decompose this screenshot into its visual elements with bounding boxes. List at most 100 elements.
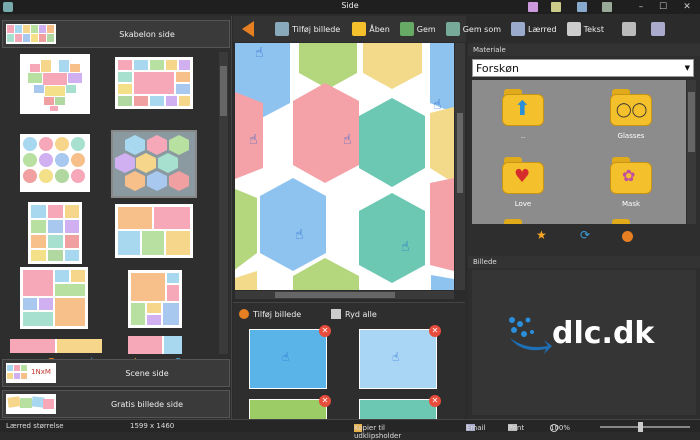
mask-icon: ✿ xyxy=(622,166,636,185)
template-section-thumb-graphic xyxy=(7,25,54,42)
material-folder-partial[interactable] xyxy=(608,216,654,224)
template-grid-squares[interactable] xyxy=(28,202,82,264)
template-frame-graphic xyxy=(118,60,190,106)
material-folder-glasses[interactable]: ◯◯ xyxy=(608,86,654,128)
template-strip-1-graphic xyxy=(10,339,102,353)
user-icon[interactable] xyxy=(577,2,587,12)
text-icon xyxy=(566,22,581,36)
panel-add-image-label: Tilføj billede xyxy=(253,309,302,319)
material-scrollbar[interactable] xyxy=(687,80,696,224)
material-scrollbar-thumb[interactable] xyxy=(688,92,695,152)
page-canvas[interactable]: ☝ ☝ ☝ ☝ ☝ ☝ xyxy=(235,43,454,290)
add-material-icon[interactable] xyxy=(622,231,633,242)
remove-image-icon[interactable]: ✕ xyxy=(429,325,441,337)
settings-icon[interactable] xyxy=(551,2,561,12)
back-arrow-icon[interactable] xyxy=(242,21,254,37)
canvas-icon xyxy=(511,22,526,36)
share-icon[interactable] xyxy=(602,2,612,12)
clear-all-button[interactable]: Ryd alle xyxy=(331,307,377,321)
template-heart[interactable] xyxy=(20,54,90,114)
canvas-vertical-scrollbar-thumb[interactable] xyxy=(457,113,463,193)
refresh-icon[interactable]: ⟳ xyxy=(580,228,590,242)
template-mosaic[interactable] xyxy=(20,267,88,329)
zoom-slider[interactable] xyxy=(600,422,690,432)
template-section-label: Skabelon side xyxy=(119,30,175,39)
image-preview-area: dlc.dk xyxy=(472,270,696,415)
scene-section-thumb: 1NxM xyxy=(6,363,56,383)
canvas-label: Lærred xyxy=(528,24,557,34)
scene-section-header[interactable]: 1NxM Scene side xyxy=(2,359,230,387)
image-thumb[interactable]: ✕ xyxy=(249,395,331,419)
remove-image-icon[interactable]: ✕ xyxy=(429,395,441,407)
material-category-select[interactable]: Forskøn ▼ xyxy=(472,59,694,77)
zoom-slider-knob[interactable] xyxy=(638,422,643,432)
hand-pointer-icon: ☝ xyxy=(295,227,304,243)
image-header: Billede xyxy=(468,256,700,268)
template-collage-graphic xyxy=(131,273,179,325)
template-frame[interactable] xyxy=(115,57,193,109)
material-panel: Materiale Forskøn ▼ ⬆ .. ◯◯ Glasses ♥ Lo… xyxy=(468,42,700,419)
plus-icon xyxy=(239,309,249,319)
canvas-horizontal-scrollbar-thumb[interactable] xyxy=(275,292,395,298)
template-panel: Skabelon side 1NxM Scene side Gratis bil… xyxy=(0,16,232,419)
template-circles[interactable] xyxy=(20,134,90,192)
folder-open-icon xyxy=(352,22,367,36)
canvas-horizontal-scrollbar[interactable] xyxy=(235,291,454,299)
hand-pointer-icon: ☝ xyxy=(249,132,258,148)
close-button[interactable]: ✕ xyxy=(680,1,694,13)
material-folder-mask[interactable]: ✿ xyxy=(608,154,654,196)
hand-pointer-icon: ☝ xyxy=(392,350,400,364)
image-thumb[interactable]: ✕ xyxy=(359,395,441,419)
material-folder-up[interactable]: ⬆ xyxy=(500,86,546,128)
free-section-label: Gratis billede side xyxy=(110,400,184,409)
add-image-button[interactable]: Tilføj billede xyxy=(272,18,343,40)
logo-text: dlc.dk xyxy=(552,316,655,351)
save-button[interactable]: Gem xyxy=(397,18,439,40)
canvas-button[interactable]: Lærred xyxy=(508,18,560,40)
material-label: Mask xyxy=(621,200,641,208)
material-label: Glasses xyxy=(617,132,645,140)
email-toolbar-button[interactable] xyxy=(648,18,671,40)
zoom-value: 100% xyxy=(550,424,571,432)
canvas-vertical-scrollbar[interactable] xyxy=(455,43,465,290)
watermark-logo: dlc.dk xyxy=(502,310,662,360)
favorite-star-icon[interactable]: ★ xyxy=(536,228,547,242)
heart-icon: ♥ xyxy=(514,166,531,187)
material-category-value: Forskøn xyxy=(476,62,519,75)
main-toolbar: Tilføj billede Åben Gem Gem som Lærred T… xyxy=(272,16,671,42)
template-strip-1[interactable] xyxy=(10,339,102,353)
add-image-icon xyxy=(275,22,289,36)
template-strip-2[interactable] xyxy=(128,336,182,354)
add-image-label: Tilføj billede xyxy=(292,24,341,34)
print-toolbar-button[interactable] xyxy=(619,18,642,40)
material-folder-love[interactable]: ♥ xyxy=(500,154,546,196)
printer-icon xyxy=(621,22,636,36)
template-collage[interactable] xyxy=(128,270,182,328)
panel-add-image-button[interactable]: Tilføj billede xyxy=(239,307,301,321)
document-icon[interactable] xyxy=(528,2,538,12)
status-bar: Lærred størrelse 1599 x 1460 Kopier til … xyxy=(0,419,700,440)
save-as-button[interactable]: Gem som xyxy=(443,18,504,40)
hand-pointer-icon: ☝ xyxy=(343,132,352,148)
template-hexagons-selected[interactable] xyxy=(111,130,197,198)
scene-section-label: Scene side xyxy=(125,369,169,378)
open-button[interactable]: Åben xyxy=(349,18,393,40)
template-scrollbar[interactable] xyxy=(219,52,228,354)
remove-image-icon[interactable]: ✕ xyxy=(319,395,331,407)
image-thumb[interactable]: ☝ ✕ xyxy=(249,325,331,389)
template-scrollbar-thumb[interactable] xyxy=(220,66,227,116)
text-button[interactable]: Tekst xyxy=(564,18,607,40)
maximize-button[interactable]: ☐ xyxy=(656,1,670,13)
remove-image-icon[interactable]: ✕ xyxy=(319,325,331,337)
template-section-header[interactable]: Skabelon side xyxy=(2,20,230,48)
image-thumb[interactable]: ☝ ✕ xyxy=(359,325,441,389)
title-bar: Side – ☐ ✕ xyxy=(0,0,700,14)
template-blocks[interactable] xyxy=(115,204,193,258)
template-hexagons-graphic xyxy=(115,135,189,191)
save-icon xyxy=(399,22,414,36)
material-folder-partial[interactable] xyxy=(500,216,546,224)
free-section-header[interactable]: Gratis billede side xyxy=(2,390,230,418)
minimize-button[interactable]: – xyxy=(634,1,648,13)
hand-pointer-icon: ☝ xyxy=(401,239,410,255)
glasses-icon: ◯◯ xyxy=(616,102,648,118)
